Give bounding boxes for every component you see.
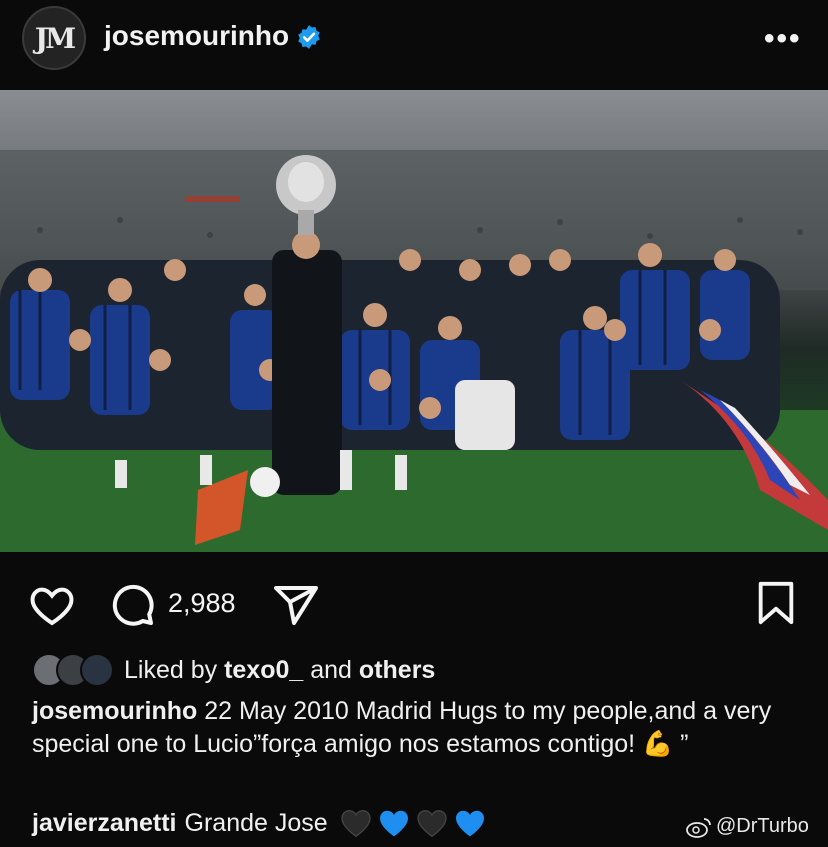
liker-avatar bbox=[80, 653, 114, 687]
share-send-icon[interactable] bbox=[272, 582, 320, 626]
comment-bubble-icon[interactable] bbox=[108, 580, 156, 628]
comment-count: 2,988 bbox=[168, 588, 236, 618]
post-header: JM josemourinho ••• bbox=[0, 0, 828, 90]
liked-by-others[interactable]: others bbox=[359, 656, 435, 684]
more-options-button[interactable]: ••• bbox=[764, 22, 802, 56]
black-heart-icon bbox=[340, 810, 371, 838]
blue-heart-icon bbox=[455, 810, 484, 837]
post-caption: josemourinho 22 May 2010 Madrid Hugs to … bbox=[32, 695, 802, 761]
black-heart-icon bbox=[416, 810, 447, 838]
save-bookmark-icon[interactable] bbox=[756, 580, 796, 626]
post-photo[interactable] bbox=[0, 90, 828, 552]
weibo-logo-icon bbox=[686, 817, 711, 838]
top-comment: javierzanetti Grande Jose bbox=[32, 808, 486, 838]
caption-author[interactable]: josemourinho bbox=[32, 697, 197, 725]
liked-by-text: Liked by texo0_ and others bbox=[124, 655, 436, 684]
comment-text: Grande Jose bbox=[184, 808, 328, 837]
profile-avatar[interactable]: JM bbox=[22, 6, 86, 70]
comment-author[interactable]: javierzanetti bbox=[32, 809, 177, 838]
watermark-text: @DrTurbo bbox=[716, 815, 809, 837]
post-username[interactable]: josemourinho bbox=[104, 20, 289, 52]
like-heart-icon[interactable] bbox=[28, 582, 76, 626]
verified-badge-icon bbox=[298, 25, 320, 49]
weibo-watermark: @DrTurbo bbox=[686, 815, 809, 838]
avatar-monogram: JM bbox=[34, 21, 76, 55]
blue-heart-icon bbox=[379, 810, 408, 837]
celebration-photo-illustration bbox=[0, 150, 828, 552]
liked-by-row[interactable]: Liked by texo0_ and others bbox=[32, 652, 435, 688]
liked-by-user[interactable]: texo0_ bbox=[224, 656, 303, 684]
